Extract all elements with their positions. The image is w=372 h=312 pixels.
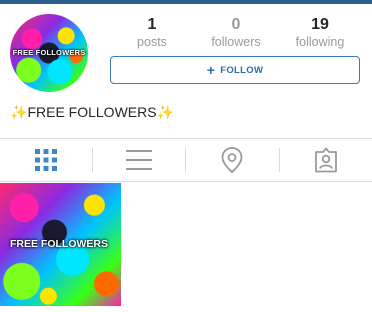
tab-list[interactable] [93, 139, 185, 181]
sparkle-icon: ✨ [156, 104, 175, 120]
following-count: 19 [311, 16, 329, 33]
posts-count: 1 [147, 16, 157, 33]
tab-grid[interactable] [0, 139, 92, 181]
sparkle-icon: ✨ [10, 104, 28, 120]
following-stat[interactable]: 19 following [280, 16, 360, 50]
profile-bio: ✨FREE FOLLOWERS✨ [10, 104, 174, 121]
tab-map[interactable] [186, 139, 278, 181]
tab-tagged[interactable] [280, 139, 372, 181]
location-pin-icon [221, 147, 243, 173]
avatar[interactable]: FREE FOLLOWERS [10, 14, 88, 92]
following-label: following [295, 35, 345, 49]
plus-icon: + [206, 62, 216, 78]
posts-stat[interactable]: 1 posts [112, 16, 192, 50]
status-top-bar [0, 0, 372, 4]
list-icon [126, 150, 152, 170]
bio-text: FREE FOLLOWERS [27, 104, 157, 120]
tagged-person-icon [315, 147, 337, 173]
follow-button[interactable]: + FOLLOW [110, 56, 360, 84]
followers-count: 0 [231, 16, 241, 33]
posts-label: posts [137, 35, 167, 49]
avatar-text: FREE FOLLOWERS [12, 48, 86, 57]
followers-label: followers [211, 35, 261, 49]
followers-stat[interactable]: 0 followers [196, 16, 276, 50]
post-text: FREE FOLLOWERS [10, 238, 108, 250]
post-thumbnail[interactable]: FREE FOLLOWERS [0, 183, 121, 306]
follow-button-label: FOLLOW [220, 64, 264, 76]
profile-tabs [0, 138, 372, 182]
grid-icon [35, 149, 57, 171]
